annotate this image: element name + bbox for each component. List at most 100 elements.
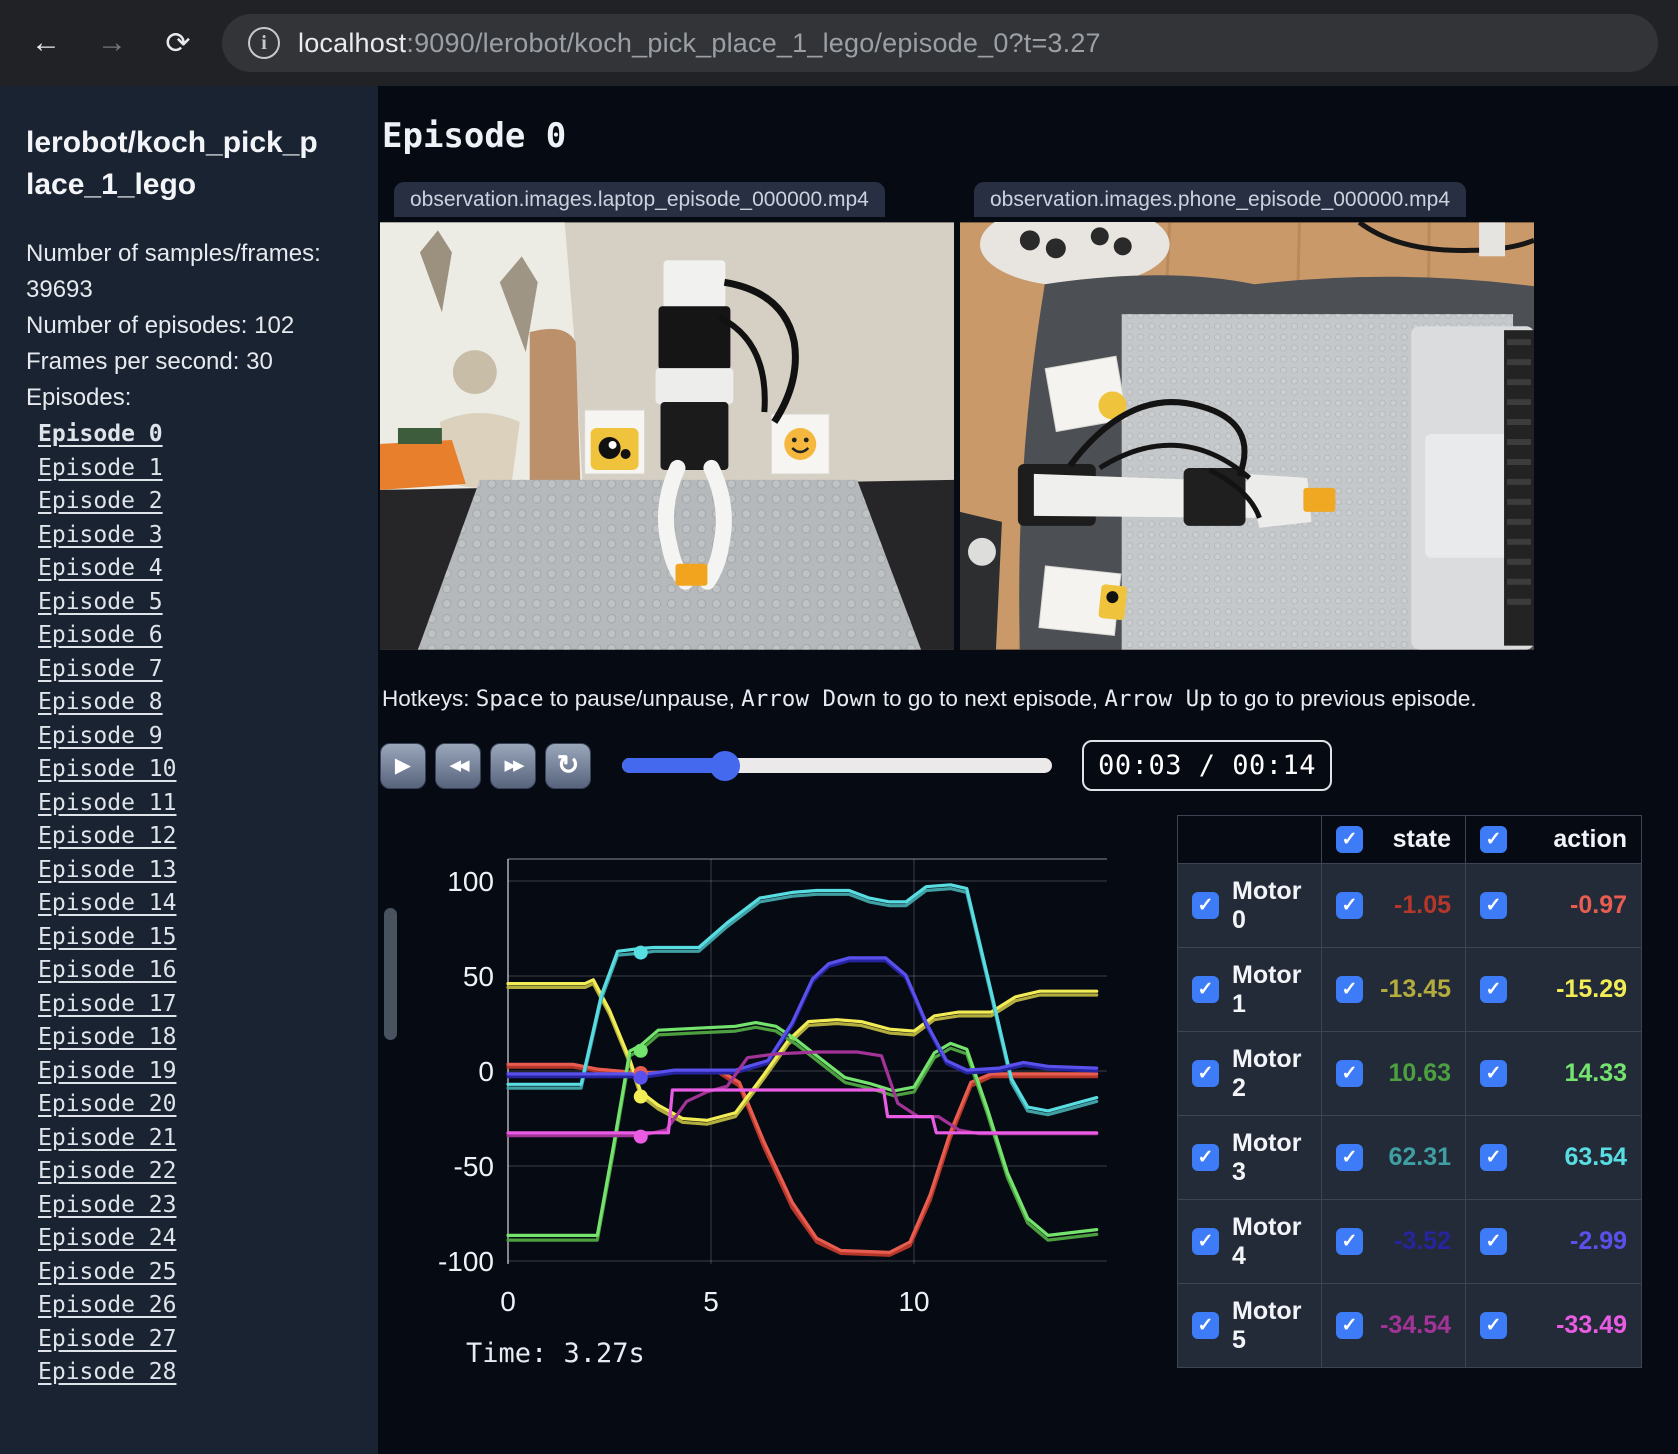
episode-link[interactable]: Episode 0: [38, 421, 163, 447]
episode-link[interactable]: Episode 21: [38, 1125, 176, 1151]
motor-name: Motor 2: [1232, 1044, 1302, 1102]
svg-text:-100: -100: [438, 1246, 494, 1277]
slider-thumb[interactable]: [710, 750, 741, 781]
action-checkbox[interactable]: [1480, 892, 1507, 919]
episode-link[interactable]: Episode 18: [38, 1024, 176, 1050]
rewind-button[interactable]: ◀◀: [435, 742, 481, 789]
reload-button[interactable]: ⟳: [156, 21, 200, 65]
motor-name: Motor 5: [1232, 1296, 1302, 1354]
motor-checkbox[interactable]: [1192, 1228, 1219, 1255]
episode-link[interactable]: Episode 11: [38, 790, 176, 816]
fast-forward-button[interactable]: ▶▶: [490, 742, 536, 789]
chart-time-label: Time: 3.27s: [466, 1338, 645, 1369]
episode-link[interactable]: Episode 14: [38, 890, 176, 916]
episode-link[interactable]: Episode 12: [38, 823, 176, 849]
motor-checkbox[interactable]: [1192, 976, 1219, 1003]
episode-link[interactable]: Episode 3: [38, 522, 163, 548]
hotkey-arrow-down: Arrow Down: [741, 686, 877, 712]
forward-button[interactable]: →: [90, 21, 134, 65]
motor-checkbox[interactable]: [1192, 892, 1219, 919]
bottom-section: 100500-50-1000510 Time: 3.27s state: [380, 809, 1678, 1369]
action-checkbox[interactable]: [1480, 1228, 1507, 1255]
episode-link[interactable]: Episode 26: [38, 1292, 176, 1318]
play-button[interactable]: ▶: [380, 742, 426, 789]
episode-link[interactable]: Episode 8: [38, 689, 163, 715]
state-checkbox[interactable]: [1336, 1144, 1363, 1171]
action-checkbox[interactable]: [1480, 1312, 1507, 1339]
loop-button[interactable]: ↻: [545, 742, 591, 789]
episode-link[interactable]: Episode 17: [38, 991, 176, 1017]
episode-link[interactable]: Episode 2: [38, 488, 163, 514]
episode-link[interactable]: Episode 9: [38, 723, 163, 749]
video-caption-phone: observation.images.phone_episode_000000.…: [974, 182, 1467, 217]
action-column-checkbox[interactable]: [1480, 826, 1507, 853]
forward-arrow-icon: →: [97, 26, 127, 59]
svg-text:0: 0: [500, 1286, 516, 1317]
back-button[interactable]: ←: [24, 21, 68, 65]
action-checkbox[interactable]: [1480, 976, 1507, 1003]
motor-action-value: -0.97: [1570, 891, 1627, 919]
state-column-header: state: [1392, 825, 1451, 853]
phone-video-scene: [960, 222, 1534, 650]
episode-link[interactable]: Episode 15: [38, 924, 176, 950]
episode-link[interactable]: Episode 28: [38, 1359, 176, 1385]
episode-link[interactable]: Episode 24: [38, 1225, 176, 1251]
episode-link[interactable]: Episode 22: [38, 1158, 176, 1184]
motor-action-value: 63.54: [1564, 1143, 1627, 1171]
motor-state-value: 62.31: [1388, 1143, 1451, 1171]
url-bar[interactable]: i localhost:9090/lerobot/koch_pick_place…: [222, 14, 1658, 72]
laptop-video-player[interactable]: [380, 222, 954, 650]
motor-state-value: -13.45: [1380, 975, 1451, 1003]
state-checkbox[interactable]: [1336, 976, 1363, 1003]
state-column-checkbox[interactable]: [1336, 826, 1363, 853]
episode-link[interactable]: Episode 5: [38, 589, 163, 615]
action-checkbox[interactable]: [1480, 1060, 1507, 1087]
stat-episodes: Number of episodes: 102: [26, 312, 295, 339]
episode-link[interactable]: Episode 13: [38, 857, 176, 883]
episode-list: Episode 0 Episode 1 Episode 2 Episode 3 Epis…: [26, 418, 360, 1390]
episode-link[interactable]: Episode 10: [38, 756, 176, 782]
episode-link[interactable]: Episode 25: [38, 1259, 176, 1285]
table-row: Motor 2 10.63 14.33: [1177, 1031, 1642, 1116]
action-checkbox[interactable]: [1480, 1144, 1507, 1171]
motor-state-value: -3.52: [1394, 1227, 1451, 1255]
state-checkbox[interactable]: [1336, 1228, 1363, 1255]
episode-link[interactable]: Episode 27: [38, 1326, 176, 1352]
episode-link[interactable]: Episode 19: [38, 1058, 176, 1084]
motor-state-value: -34.54: [1380, 1311, 1451, 1339]
episode-link[interactable]: Episode 7: [38, 656, 163, 682]
phone-video-player[interactable]: [960, 222, 1534, 650]
svg-text:5: 5: [703, 1286, 719, 1317]
episode-link[interactable]: Episode 4: [38, 555, 163, 581]
hotkey-arrow-up: Arrow Up: [1104, 686, 1213, 712]
state-checkbox[interactable]: [1336, 892, 1363, 919]
state-checkbox[interactable]: [1336, 1312, 1363, 1339]
episode-link[interactable]: Episode 23: [38, 1192, 176, 1218]
table-row: Motor 1 -13.45 -15.29: [1177, 947, 1642, 1032]
motor-action-value: 14.33: [1564, 1059, 1627, 1087]
motor-checkbox[interactable]: [1192, 1060, 1219, 1087]
motor-chart: 100500-50-1000 5 10: [438, 858, 1107, 1317]
motor-action-value: -15.29: [1556, 975, 1627, 1003]
site-info-icon[interactable]: i: [248, 27, 280, 59]
motor-checkbox[interactable]: [1192, 1144, 1219, 1171]
svg-text:50: 50: [463, 961, 494, 992]
motor-checkbox[interactable]: [1192, 1312, 1219, 1339]
state-checkbox[interactable]: [1336, 1060, 1363, 1087]
motor-name: Motor 3: [1232, 1128, 1302, 1186]
scrollbar-thumb[interactable]: [384, 908, 397, 1040]
url-text: localhost:9090/lerobot/koch_pick_place_1…: [298, 28, 1101, 59]
episode-link[interactable]: Episode 16: [38, 957, 176, 983]
chart-wrap: 100 50 0 -50 -100 0 5 10 Time: 3.27s: [430, 809, 1110, 1369]
episode-link[interactable]: Episode 1: [38, 455, 163, 481]
svg-text:-50: -50: [454, 1151, 494, 1182]
progress-slider[interactable]: [622, 750, 1053, 781]
hotkeys-help: Hotkeys: Space to pause/unpause, Arrow D…: [382, 686, 1477, 712]
episode-link[interactable]: Episode 20: [38, 1091, 176, 1117]
main-content: Episode 0 observation.images.laptop_epis…: [378, 86, 1678, 1454]
table-row: Motor 3 62.31 63.54: [1177, 1115, 1642, 1200]
browser-chrome: ← → ⟳ i localhost:9090/lerobot/koch_pick…: [0, 0, 1678, 86]
table-row: Motor 0 -1.05 -0.97: [1177, 863, 1642, 948]
episode-link[interactable]: Episode 6: [38, 622, 163, 648]
dataset-title: lerobot/koch_pick_place_1_lego: [26, 126, 318, 201]
